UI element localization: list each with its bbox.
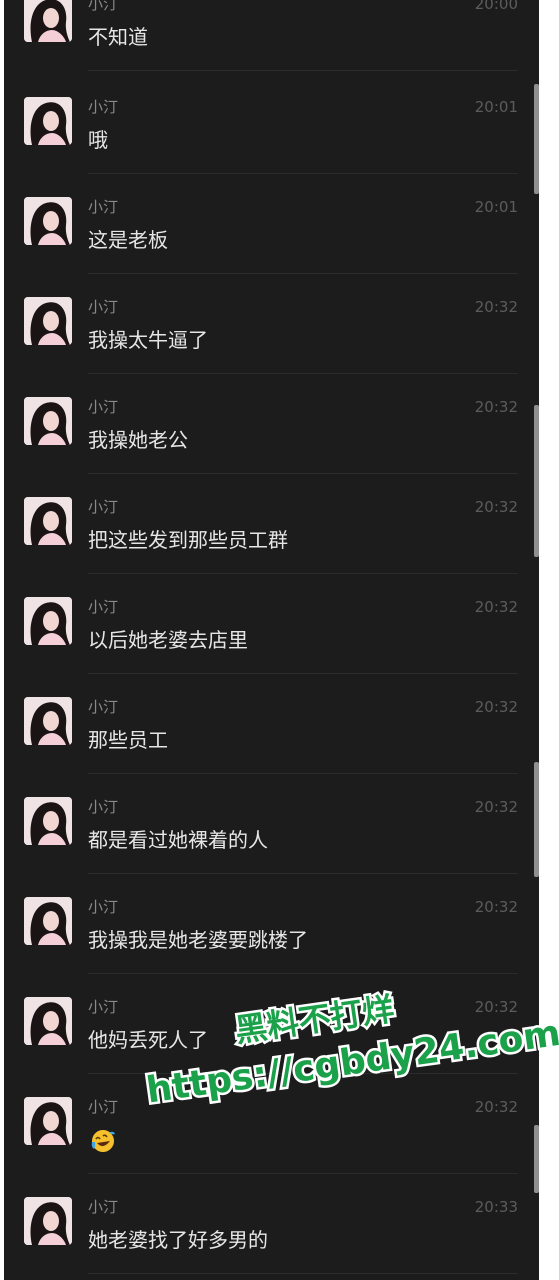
message-text: 那些员工: [88, 728, 168, 752]
message-text: 把这些发到那些员工群: [88, 528, 288, 552]
message-divider: [88, 273, 518, 274]
message-text: 以后她老婆去店里: [88, 628, 248, 652]
message-divider: [88, 773, 518, 774]
sender-name: 小汀: [88, 598, 119, 616]
message-divider: [88, 673, 518, 674]
laughing-crying-emoji-icon: [90, 1128, 116, 1154]
avatar[interactable]: [24, 597, 72, 645]
message-time: 20:32: [474, 998, 518, 1016]
avatar[interactable]: [24, 1097, 72, 1145]
sender-name: 小汀: [88, 998, 119, 1016]
avatar[interactable]: [24, 797, 72, 845]
avatar[interactable]: [24, 397, 72, 445]
sender-name: 小汀: [88, 1098, 119, 1116]
message-divider: [88, 1173, 518, 1174]
message-text: 他妈丢死人了: [88, 1028, 208, 1052]
sender-name: 小汀: [88, 298, 119, 316]
message-time: 20:32: [474, 398, 518, 416]
message-divider: [88, 173, 518, 174]
chat-message[interactable]: 小汀 20:32 他妈丢死人了: [4, 997, 539, 1097]
avatar[interactable]: [24, 497, 72, 545]
chat-history-panel[interactable]: 小汀 20:00 不知道 小汀 20:01 哦 小汀 20:01 这是老板 小汀…: [4, 0, 539, 1280]
message-divider: [88, 473, 518, 474]
message-divider: [88, 973, 518, 974]
message-text: 我操她老公: [88, 428, 188, 452]
chat-message[interactable]: 小汀 20:32: [4, 1097, 539, 1197]
message-time: 20:01: [474, 98, 518, 116]
avatar[interactable]: [24, 97, 72, 145]
chat-message[interactable]: 小汀 20:32 把这些发到那些员工群: [4, 497, 539, 597]
message-divider: [88, 1273, 518, 1274]
avatar[interactable]: [24, 1197, 72, 1245]
message-time: 20:32: [474, 698, 518, 716]
chat-message[interactable]: 小汀 20:01 这是老板: [4, 197, 539, 297]
message-time: 20:32: [474, 498, 518, 516]
message-text: 她老婆找了好多男的: [88, 1228, 268, 1252]
sender-name: 小汀: [88, 1198, 119, 1216]
chat-message[interactable]: 小汀 20:32 我操我是她老婆要跳楼了: [4, 897, 539, 997]
avatar[interactable]: [24, 197, 72, 245]
message-text: 我操太牛逼了: [88, 328, 208, 352]
chat-message[interactable]: 小汀 20:32 以后她老婆去店里: [4, 597, 539, 697]
message-text: 不知道: [88, 25, 148, 49]
sender-name: 小汀: [88, 198, 119, 216]
chat-message[interactable]: 小汀 20:32 我操太牛逼了: [4, 297, 539, 397]
message-text: 都是看过她裸着的人: [88, 828, 268, 852]
message-time: 20:01: [474, 198, 518, 216]
sender-name: 小汀: [88, 498, 119, 516]
chat-message[interactable]: 小汀 20:00 不知道: [4, 0, 539, 94]
message-divider: [88, 873, 518, 874]
message-time: 20:32: [474, 298, 518, 316]
avatar[interactable]: [24, 297, 72, 345]
sender-name: 小汀: [88, 398, 119, 416]
message-text: 哦: [88, 128, 108, 152]
chat-message[interactable]: 小汀 20:32 都是看过她裸着的人: [4, 797, 539, 897]
scrollbar-thumb[interactable]: [534, 405, 539, 557]
chat-message[interactable]: 小汀 20:32 我操她老公: [4, 397, 539, 497]
sender-name: 小汀: [88, 98, 119, 116]
message-divider: [88, 573, 518, 574]
avatar[interactable]: [24, 697, 72, 745]
avatar[interactable]: [24, 0, 72, 42]
sender-name: 小汀: [88, 698, 119, 716]
avatar[interactable]: [24, 997, 72, 1045]
sender-name: 小汀: [88, 0, 119, 13]
scrollbar-thumb[interactable]: [534, 84, 539, 194]
chat-message[interactable]: 小汀 20:32 那些员工: [4, 697, 539, 797]
message-time: 20:33: [474, 1198, 518, 1216]
message-text: 我操我是她老婆要跳楼了: [88, 928, 308, 952]
scrollbar-thumb[interactable]: [534, 1125, 539, 1193]
scrollbar-thumb[interactable]: [534, 762, 539, 877]
message-text: 这是老板: [88, 228, 168, 252]
chat-message[interactable]: 小汀 20:01 哦: [4, 97, 539, 197]
message-divider: [88, 373, 518, 374]
message-divider: [88, 70, 518, 71]
message-time: 20:32: [474, 898, 518, 916]
sender-name: 小汀: [88, 898, 119, 916]
avatar[interactable]: [24, 897, 72, 945]
sender-name: 小汀: [88, 798, 119, 816]
message-time: 20:32: [474, 598, 518, 616]
message-time: 20:00: [474, 0, 518, 13]
chat-message[interactable]: 小汀 20:33 她老婆找了好多男的: [4, 1197, 539, 1280]
message-divider: [88, 1073, 518, 1074]
message-time: 20:32: [474, 798, 518, 816]
message-time: 20:32: [474, 1098, 518, 1116]
